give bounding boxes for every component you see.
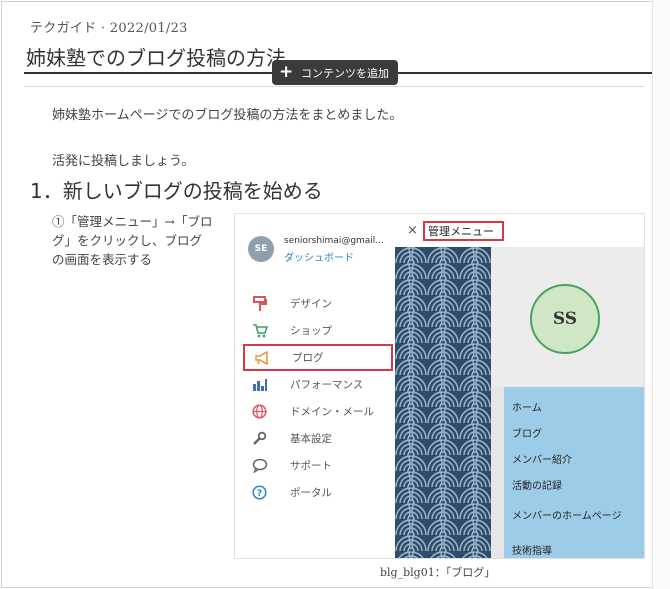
- menu-item-label: デザイン: [290, 298, 332, 310]
- logo-area: SS: [491, 247, 644, 387]
- dashboard-link: ダッシュボード: [284, 253, 354, 264]
- add-content-label: コンテンツを追加: [301, 66, 389, 80]
- admin-sidebar: SE seniorshimai@gmail... ダッシュボード デザイン ショ…: [235, 214, 395, 558]
- wrench-icon: [251, 430, 268, 447]
- menu-item-design: デザイン: [243, 290, 393, 317]
- menu-item-support: サポート: [243, 452, 393, 479]
- post-title: 姉妹塾でのブログ投稿の方法: [26, 46, 286, 70]
- add-content-button[interactable]: + コンテンツを追加: [272, 60, 398, 85]
- admin-menu-label: 管理メニュー: [423, 221, 504, 241]
- content-divider: [24, 86, 644, 87]
- preview-header: × 管理メニュー: [395, 214, 644, 247]
- scrollbar-track[interactable]: [652, 0, 670, 589]
- menu-item-label: ショップ: [290, 325, 332, 337]
- menu-item-label: 基本設定: [290, 433, 332, 445]
- help-icon: ?: [251, 484, 268, 501]
- encourage-paragraph: 活発に投稿しましょう。: [52, 154, 195, 169]
- site-nav-item: 技術指導: [512, 545, 552, 557]
- megaphone-icon: [253, 349, 270, 366]
- menu-item-label: ブログ: [292, 352, 324, 364]
- menu-item-label: サポート: [290, 460, 332, 472]
- avatar: SE: [248, 236, 274, 262]
- menu-item-domain-mail: ドメイン・メール: [243, 398, 393, 425]
- globe-icon: [251, 403, 268, 420]
- menu-item-shop: ショップ: [243, 317, 393, 344]
- menu-item-settings: 基本設定: [243, 425, 393, 452]
- post-meta: テクガイド · 2022/01/23: [30, 21, 188, 36]
- site-preview: × 管理メニュー SS ホーム ブログ メンバー紹介 活動の記録 メンバーのホー…: [395, 214, 644, 558]
- site-nav-item: ブログ: [512, 428, 542, 440]
- menu-item-label: ドメイン・メール: [290, 406, 374, 418]
- chat-icon: [251, 457, 268, 474]
- screenshot-image: SE seniorshimai@gmail... ダッシュボード デザイン ショ…: [234, 213, 645, 559]
- site-nav-item: ホーム: [512, 402, 542, 414]
- paint-roller-icon: [251, 295, 268, 312]
- wave-pattern: [395, 247, 491, 558]
- admin-menu: デザイン ショップ ブログ パフォーマンス ドメイン・メール 基本設定 サポート…: [243, 290, 393, 506]
- image-caption: blg_blg01：「ブログ」: [380, 566, 496, 579]
- section-heading: 1．新しいブログの投稿を始める: [30, 179, 323, 203]
- menu-item-blog: ブログ: [243, 344, 393, 371]
- close-icon: ×: [407, 223, 418, 238]
- bar-chart-icon: [251, 376, 268, 393]
- cart-icon: [251, 322, 268, 339]
- svg-text:?: ?: [257, 489, 262, 499]
- menu-item-performance: パフォーマンス: [243, 371, 393, 398]
- site-logo: SS: [530, 284, 600, 354]
- plus-icon: +: [279, 62, 294, 82]
- menu-item-label: パフォーマンス: [290, 379, 364, 391]
- site-nav-item: 活動の記録: [512, 480, 562, 492]
- step-1-text: ①「管理メニュー」→「ブログ」をクリックし、ブログの画面を表示する: [52, 214, 213, 267]
- site-nav: ホーム ブログ メンバー紹介 活動の記録 メンバーのホームページ 技術指導: [504, 387, 644, 558]
- site-nav-item: メンバーのホームページ: [512, 510, 622, 522]
- menu-item-label: ポータル: [290, 487, 332, 499]
- logo-text: SS: [552, 309, 578, 329]
- menu-item-portal: ? ポータル: [243, 479, 393, 506]
- site-nav-item: メンバー紹介: [512, 454, 572, 466]
- user-email: seniorshimai@gmail...: [284, 236, 384, 246]
- intro-paragraph: 姉妹塾ホームページでのブログ投稿の方法をまとめました。: [52, 108, 403, 123]
